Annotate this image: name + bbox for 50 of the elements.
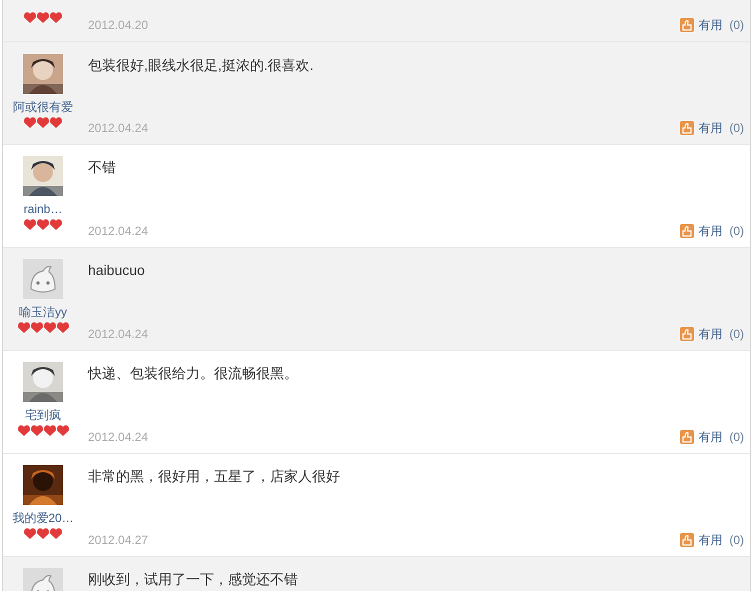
review-date: 2012.04.24 [88, 326, 148, 343]
heart-icon [24, 219, 36, 230]
heart-icon [37, 528, 49, 539]
heart-icon [50, 528, 62, 539]
comment-text: 不错 [88, 158, 117, 176]
heart-icon [30, 425, 42, 436]
heart-icon [44, 322, 56, 333]
comment-text: 刚收到，试用了一下，感觉还不错 [88, 570, 299, 588]
thumbs-up-icon [680, 327, 694, 341]
heart-icon [24, 528, 36, 539]
useful-link[interactable]: 有用 (0) [680, 531, 744, 549]
thumbs-up-icon [680, 430, 694, 444]
heart-icon [24, 12, 36, 23]
comment-text: 非常的黑，很好用，五星了，店家人很好 [88, 467, 341, 485]
thumbs-up-icon [680, 533, 694, 547]
comment-text: 包装很好,眼线水很足,挺浓的.很喜欢. [88, 56, 315, 74]
user-name[interactable]: 阿或很有爱 [13, 99, 73, 115]
useful-link[interactable]: 有用 (0) [680, 16, 744, 34]
heart-icon [50, 117, 62, 128]
thumbs-up-icon [680, 121, 694, 135]
heart-icon [44, 425, 56, 436]
heart-icon [37, 12, 49, 23]
comment-text: haibucuo [88, 261, 146, 279]
review-date: 2012.04.20 [88, 17, 148, 34]
review-date: 2012.04.27 [88, 532, 148, 549]
useful-link[interactable]: 有用 (0) [680, 222, 744, 240]
heart-icon [24, 117, 36, 128]
user-name[interactable]: rainb… [24, 201, 62, 217]
heart-icon [56, 322, 68, 333]
useful-link[interactable]: 有用 (0) [680, 119, 744, 137]
comment-text: 快递、包装很给力。很流畅很黑。 [88, 364, 299, 382]
user-name[interactable]: 宅到疯 [25, 407, 61, 423]
heart-icon [37, 219, 49, 230]
heart-icon [50, 12, 62, 23]
user-name[interactable]: 我的爱20… [12, 510, 74, 526]
heart-icon [30, 322, 42, 333]
thumbs-up-icon [680, 18, 694, 32]
useful-link[interactable]: 有用 (0) [680, 325, 744, 343]
heart-icon [37, 117, 49, 128]
thumbs-up-icon [680, 224, 694, 238]
review-date: 2012.04.24 [88, 223, 148, 240]
default-avatar-icon [23, 259, 63, 299]
heart-icon [18, 322, 30, 333]
heart-icon [50, 219, 62, 230]
review-date: 2012.04.24 [88, 429, 148, 446]
review-date: 2012.04.24 [88, 120, 148, 137]
useful-link[interactable]: 有用 (0) [680, 428, 744, 446]
user-name[interactable]: 喻玉洁yy [19, 304, 67, 320]
heart-icon [18, 425, 30, 436]
heart-icon [56, 425, 68, 436]
